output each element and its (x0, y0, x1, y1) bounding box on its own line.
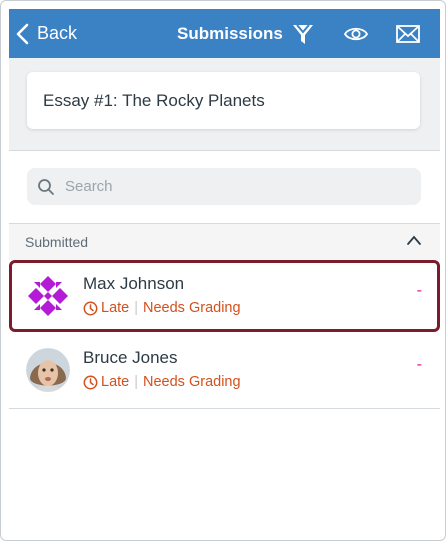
grade-value: - (416, 356, 422, 373)
submission-row[interactable]: Bruce Jones Late | Needs Grading - (9, 334, 440, 406)
late-label: Late (101, 300, 130, 316)
assignment-title: Essay #1: The Rocky Planets (43, 91, 265, 110)
mail-icon[interactable] (395, 21, 421, 47)
chevron-up-icon[interactable] (406, 234, 422, 246)
grade-value: - (416, 282, 422, 299)
chevron-left-icon (16, 23, 29, 44)
divider (9, 408, 440, 409)
assignment-header: Essay #1: The Rocky Planets (9, 58, 440, 150)
assignment-card[interactable]: Essay #1: The Rocky Planets (27, 72, 420, 129)
search-icon (38, 178, 54, 195)
clock-icon (83, 375, 98, 389)
status-divider: | (134, 374, 139, 390)
student-name: Max Johnson (83, 274, 185, 293)
page-title: Submissions (177, 24, 283, 43)
late-label: Late (101, 374, 130, 390)
avatar (26, 348, 70, 392)
avatar (26, 274, 70, 318)
back-button[interactable]: Back (15, 9, 77, 58)
section-header-submitted[interactable]: Submitted (9, 224, 440, 260)
search-input[interactable] (63, 177, 387, 196)
needs-grading-label: Needs Grading (143, 374, 241, 390)
navigation-bar: Back Submissions (9, 9, 440, 58)
submission-row[interactable]: Max Johnson Late | Needs Grading - (9, 260, 440, 332)
filter-icon[interactable] (290, 21, 316, 47)
eye-icon[interactable] (343, 21, 369, 47)
clock-icon (83, 301, 98, 315)
back-label: Back (37, 23, 78, 43)
divider (9, 150, 440, 151)
submission-status: Late | Needs Grading (83, 374, 241, 390)
app-frame: Back Submissions Essay #1: The Rocky Pla… (0, 0, 446, 541)
status-divider: | (134, 300, 139, 316)
search-bar[interactable] (27, 168, 421, 205)
section-label: Submitted (25, 234, 89, 250)
needs-grading-label: Needs Grading (143, 300, 241, 316)
submission-status: Late | Needs Grading (83, 300, 241, 316)
student-name: Bruce Jones (83, 348, 178, 367)
